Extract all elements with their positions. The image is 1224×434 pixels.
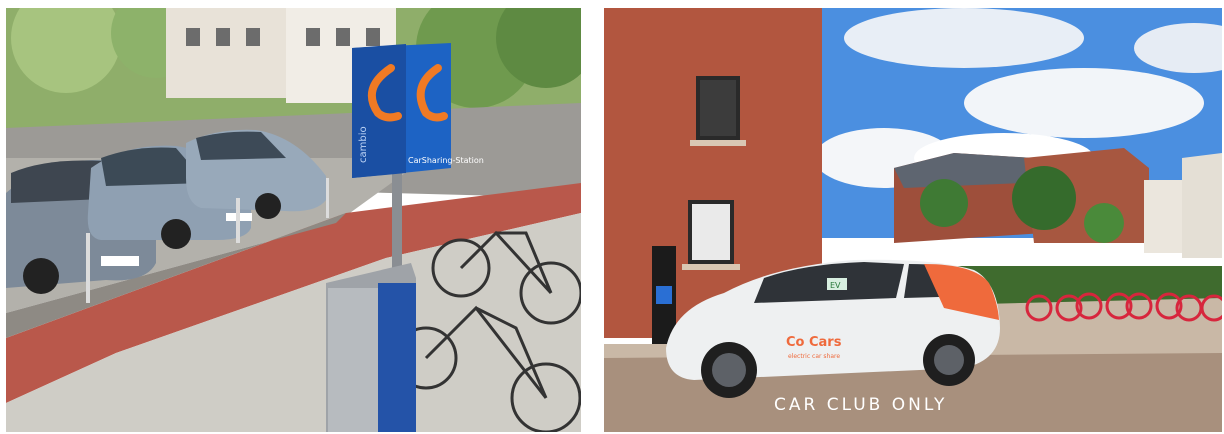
car-brand: Co Cars <box>786 335 842 350</box>
house <box>1182 153 1222 258</box>
car-club-photo: Co Cars electric car share EV CAR CLUB O… <box>604 8 1222 432</box>
sign-pole <box>392 158 402 283</box>
parking-barrier <box>86 233 90 303</box>
parking-barrier <box>236 198 240 243</box>
tree <box>920 179 968 227</box>
house <box>1144 180 1182 253</box>
parking-barrier <box>326 178 329 218</box>
booking-terminal <box>326 263 416 432</box>
car-tagline: electric car share <box>788 353 840 360</box>
cloud <box>844 8 1084 68</box>
carsharing-station-photo: cambio CarSharing-Station <box>6 8 581 432</box>
cloud <box>964 68 1204 138</box>
house <box>166 8 286 98</box>
tree <box>1084 203 1124 243</box>
carsharing-station-scene: cambio CarSharing-Station <box>6 8 581 432</box>
door-badge: EV <box>830 281 841 290</box>
road-marking: CAR CLUB ONLY <box>774 395 947 415</box>
tree <box>1012 166 1076 230</box>
station-brand: cambio <box>358 126 369 163</box>
car-club-scene: Co Cars electric car share EV CAR CLUB O… <box>604 8 1222 432</box>
station-label: CarSharing-Station <box>408 156 484 165</box>
